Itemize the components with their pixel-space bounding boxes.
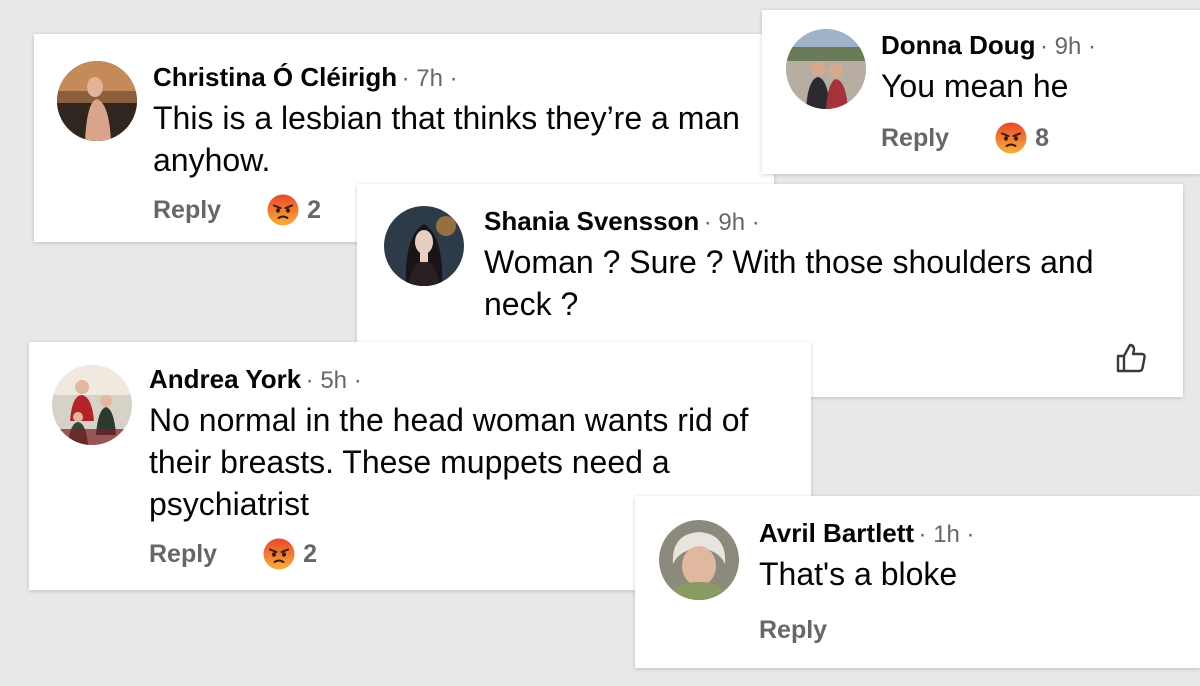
angry-emoji-icon (995, 122, 1027, 154)
reply-button[interactable]: Reply (149, 540, 217, 569)
reply-button[interactable]: Reply (881, 124, 949, 153)
avatar[interactable] (786, 29, 866, 109)
angry-emoji-icon (263, 538, 295, 570)
avatar[interactable] (384, 206, 464, 286)
commenter-name[interactable]: Andrea York (149, 364, 301, 394)
reaction-summary[interactable]: 2 (263, 538, 317, 570)
comment-text: Woman ? Sure ? With those shoulders and … (484, 244, 1094, 322)
comment-time[interactable]: · 9h · (704, 209, 760, 236)
comment-text: You mean he (881, 68, 1069, 104)
comment-text: That's a bloke (759, 556, 958, 592)
comment-time[interactable]: · 5h · (306, 367, 362, 394)
reaction-count: 2 (307, 195, 321, 224)
reaction-count: 2 (303, 539, 317, 568)
avatar[interactable] (52, 365, 132, 445)
avatar[interactable] (57, 61, 137, 141)
reply-button[interactable]: Reply (759, 616, 827, 645)
reaction-summary[interactable]: 8 (995, 122, 1049, 154)
reply-button[interactable]: Reply (153, 196, 221, 225)
comment-time[interactable]: · 7h · (402, 65, 458, 92)
comment-card-avril: Avril Bartlett · 1h · That's a bloke Rep… (635, 496, 1200, 668)
angry-emoji-icon (267, 194, 299, 226)
commenter-name[interactable]: Christina Ó Cléirigh (153, 62, 397, 92)
thumbs-up-icon[interactable] (1113, 340, 1149, 376)
comment-time[interactable]: · 1h · (919, 521, 975, 548)
avatar[interactable] (659, 520, 739, 600)
reaction-summary[interactable]: 2 (267, 194, 321, 226)
comment-card-donna: Donna Doug · 9h · You mean he Reply 8 (762, 10, 1200, 174)
commenter-name[interactable]: Donna Doug (881, 30, 1036, 60)
commenter-name[interactable]: Avril Bartlett (759, 518, 914, 548)
reaction-count: 8 (1035, 123, 1049, 152)
comment-text: This is a lesbian that thinks they’re a … (153, 100, 740, 178)
commenter-name[interactable]: Shania Svensson (484, 206, 699, 236)
comment-time[interactable]: · 9h · (1040, 33, 1096, 60)
